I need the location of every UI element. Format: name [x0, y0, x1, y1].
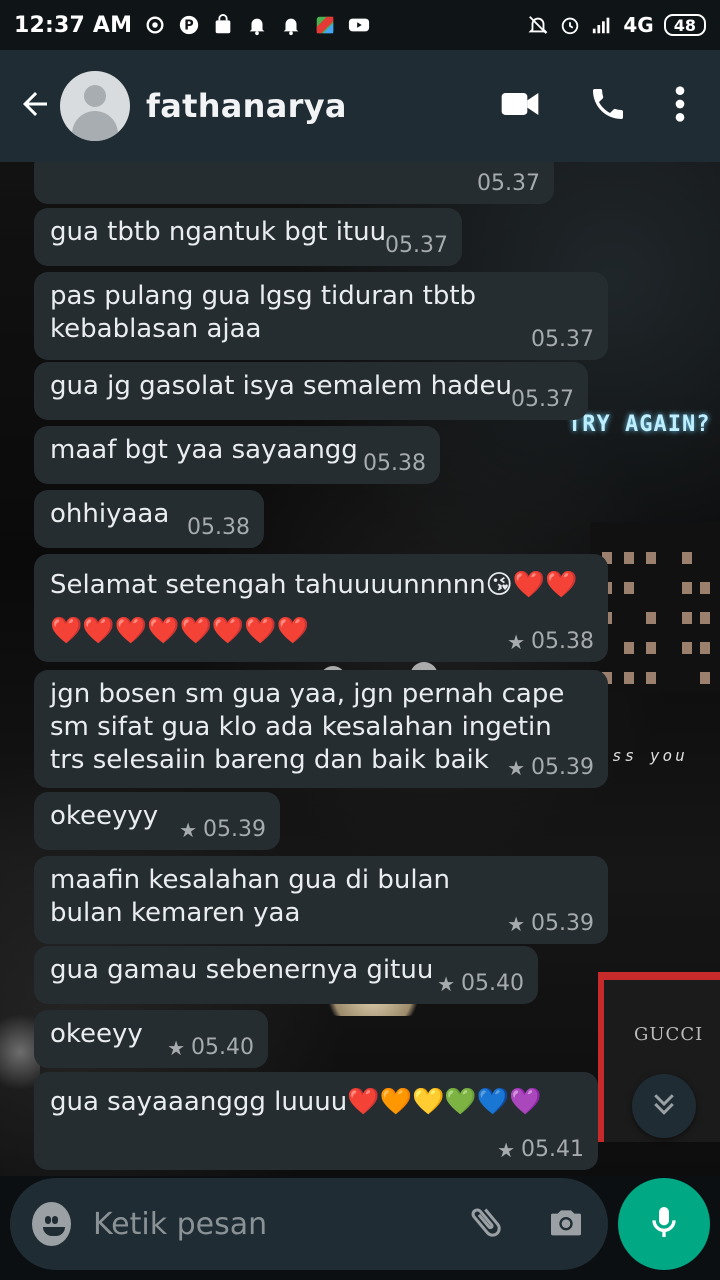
camera-button[interactable]: [546, 1202, 586, 1246]
message-bubble[interactable]: okeeyy ★ 05.40: [34, 1010, 268, 1068]
message-time: 05.37: [385, 233, 448, 258]
message-composer: [10, 1178, 608, 1270]
voice-record-button[interactable]: [618, 1178, 710, 1270]
message-time: 05.38: [363, 451, 426, 476]
system-status: 4G 48: [527, 13, 706, 37]
message-bubble[interactable]: maafin kesalahan gua di bulan bulan kema…: [34, 856, 608, 944]
message-time: 05.37: [511, 387, 574, 412]
svg-text:P: P: [185, 19, 194, 34]
message-time: 05.39: [531, 911, 594, 936]
message-text: maafin kesalahan gua di bulan bulan kema…: [50, 865, 451, 928]
message-time: 05.39: [203, 817, 266, 842]
message-bubble[interactable]: gua sayaaanggg luuuu❤️🧡💛💚💙💜 ★ 05.41: [34, 1072, 598, 1170]
message-bubble[interactable]: okeeyyy ★ 05.39: [34, 792, 280, 850]
video-call-button[interactable]: [498, 82, 542, 130]
message-bubble[interactable]: gua jg gasolat isya semalem hadeu 05.37: [34, 362, 588, 420]
more-vert-icon: [674, 84, 686, 128]
chat-background[interactable]: TRY AGAIN? ss you GUCCI 05.37 gua tbtb n…: [0, 162, 720, 1176]
star-icon: ★: [179, 817, 198, 842]
wallpaper-neon-text: TRY AGAIN?: [568, 412, 711, 437]
message-text: pas pulang gua lgsg tiduran tbtb kebabla…: [50, 281, 477, 344]
alarm-icon: [559, 14, 581, 36]
contact-avatar[interactable]: [60, 71, 130, 141]
message-time: 05.40: [461, 971, 524, 996]
message-time: 05.38: [187, 515, 250, 540]
emoji-icon[interactable]: [32, 1202, 71, 1246]
attach-button[interactable]: [466, 1202, 506, 1246]
status-bar: 12:37 AM P 4G 48: [0, 0, 720, 50]
mute-notifications-icon: [527, 14, 549, 36]
arrow-left-icon: [17, 86, 53, 126]
voice-call-button[interactable]: [588, 84, 628, 128]
contact-name[interactable]: fathanarya: [146, 87, 347, 125]
youtube-icon: [348, 14, 370, 36]
star-icon: ★: [497, 1137, 516, 1162]
star-icon: ★: [167, 1035, 186, 1060]
signal-icon: [591, 14, 613, 36]
star-icon: ★: [507, 911, 526, 936]
store-sign-text: GUCCI: [634, 1024, 704, 1045]
message-bubble[interactable]: gua tbtb ngantuk bgt ituu 05.37: [34, 208, 462, 266]
more-options-button[interactable]: [674, 84, 686, 128]
shop-icon: [212, 14, 234, 36]
star-icon: ★: [437, 971, 456, 996]
message-time: 05.38: [531, 629, 594, 654]
network-type: 4G: [623, 13, 654, 37]
status-time: 12:37 AM: [14, 12, 133, 38]
message-bubble[interactable]: gua gamau sebenernya gituu ★ 05.40: [34, 946, 538, 1004]
mic-icon: [644, 1202, 684, 1246]
message-bubble[interactable]: Selamat setengah tahuuuunnnnn😘❤️❤️❤️❤️❤️…: [34, 554, 608, 662]
message-time: 05.37: [477, 171, 540, 196]
wallpaper-building: [590, 522, 720, 692]
video-call-icon: [498, 82, 542, 130]
message-text: gua jg gasolat isya semalem hadeu: [50, 371, 513, 401]
message-time: 05.41: [521, 1137, 584, 1162]
message-bubble[interactable]: ohhiyaaa 05.38: [34, 490, 264, 548]
message-time: 05.39: [531, 755, 594, 780]
battery-indicator: 48: [663, 14, 706, 36]
bell-icon: [246, 14, 268, 36]
double-chevron-down-icon: [649, 1089, 679, 1123]
message-bubble[interactable]: jgn bosen sm gua yaa, jgn pernah cape sm…: [34, 670, 608, 788]
phone-icon: [588, 84, 628, 128]
message-text: jgn bosen sm gua yaa, jgn pernah cape sm…: [50, 679, 565, 775]
message-time: 05.40: [191, 1035, 254, 1060]
notification-icons: P: [144, 14, 370, 36]
chat-notification-icon: [144, 14, 166, 36]
pinterest-icon: P: [178, 14, 200, 36]
bell-icon: [280, 14, 302, 36]
message-bubble[interactable]: 05.37: [34, 162, 554, 204]
paperclip-icon: [466, 1202, 506, 1246]
maps-icon: [314, 14, 336, 36]
message-input[interactable]: [93, 1194, 466, 1254]
scroll-to-bottom-button[interactable]: [632, 1074, 696, 1138]
camera-icon: [546, 1202, 586, 1246]
message-time: 05.37: [531, 327, 594, 352]
wallpaper-miss-text: ss you: [612, 746, 688, 765]
message-bubble[interactable]: pas pulang gua lgsg tiduran tbtb kebabla…: [34, 272, 608, 360]
star-icon: ★: [507, 755, 526, 780]
star-icon: ★: [507, 629, 526, 654]
message-bubble[interactable]: maaf bgt yaa sayaangg 05.38: [34, 426, 440, 484]
chat-header: fathanarya: [0, 50, 720, 162]
back-button[interactable]: [12, 83, 58, 129]
message-text: gua sayaaanggg luuuu❤️🧡💛💚💙💜: [50, 1087, 542, 1117]
